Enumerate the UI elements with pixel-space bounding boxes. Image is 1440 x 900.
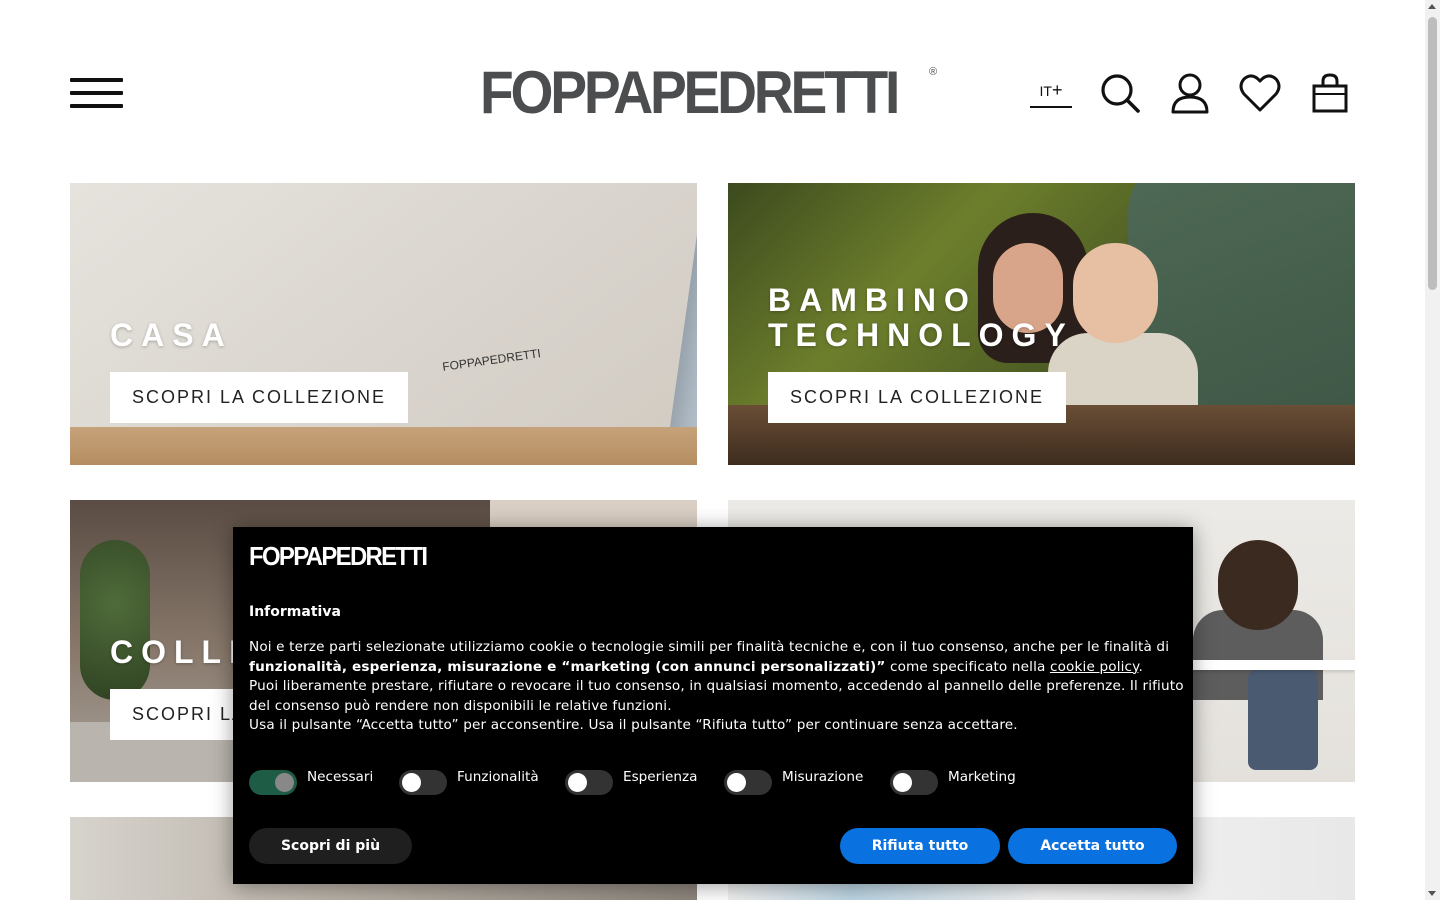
cookie-text-p1c: . [1138, 658, 1143, 675]
toggle-knob [275, 773, 294, 792]
scroll-up-arrow-icon[interactable] [1428, 4, 1436, 9]
tile-casa-button[interactable]: SCOPRI LA COLLEZIONE [110, 372, 409, 423]
page-scrollbar[interactable] [1425, 0, 1440, 900]
tile-casa-title: CASA [110, 317, 233, 353]
toggle-knob [568, 773, 587, 792]
cookie-text-p2: Puoi liberamente prestare, rifiutare o r… [249, 678, 1184, 714]
tile-casa[interactable]: FOPPAPEDRETTI CASA SCOPRI LA COLLEZIONE [70, 183, 697, 465]
language-code: IT [1039, 83, 1052, 99]
toggle-knob [893, 773, 912, 792]
tile-collezione-image-plant [80, 540, 150, 700]
language-selector[interactable]: IT+ [1030, 80, 1072, 108]
toggle-switch[interactable] [724, 770, 772, 795]
cookie-text-p1b: come specificato nella [885, 658, 1050, 675]
tile-man-table-image-table [1168, 660, 1355, 670]
toggle-knob [402, 773, 421, 792]
toggle-label: Misurazione [782, 769, 864, 785]
toggle-label: Esperienza [623, 769, 698, 785]
cookie-banner-title: Informativa [249, 604, 341, 620]
cookie-banner-text: Noi e terze parti selezionate utilizziam… [249, 638, 1184, 736]
site-logo[interactable]: FOPPAPEDRETTI ® [480, 59, 937, 126]
tile-bambino-title-line2: TECHNOLOGY [768, 317, 1074, 353]
tile-man-image [1218, 540, 1298, 630]
toggle-funzionalita[interactable]: Funzionalità [399, 768, 539, 795]
tile-man-table-image-legs [1248, 670, 1318, 770]
site-header: FOPPAPEDRETTI ® IT+ [0, 0, 1425, 183]
cookie-text-p3: Usa il pulsante “Accetta tutto” per acco… [249, 717, 1018, 734]
scrollbar-thumb[interactable] [1428, 17, 1437, 290]
cookie-text-bold: funzionalità, esperienza, misurazione e … [249, 658, 886, 675]
toggle-switch[interactable] [890, 770, 938, 795]
tile-bambino-title: BAMBINO TECHNOLOGY [768, 283, 1074, 353]
reject-all-button[interactable]: Rifiuta tutto [840, 828, 1000, 864]
toggle-label: Marketing [948, 769, 1016, 785]
tile-casa-image-table [70, 427, 697, 465]
cookie-banner-logo: FOPPAPEDRETTI [249, 541, 428, 571]
hamburger-menu-icon[interactable] [70, 78, 123, 110]
toggle-switch[interactable] [399, 770, 447, 795]
bag-icon[interactable] [1309, 72, 1351, 114]
cookie-policy-link[interactable]: cookie policy [1050, 659, 1138, 675]
scroll-down-arrow-icon[interactable] [1428, 891, 1436, 896]
toggle-switch[interactable] [249, 770, 297, 795]
toggle-marketing[interactable]: Marketing [890, 768, 1016, 795]
tile-bambino-image-baby [1073, 243, 1158, 343]
toggle-esperienza[interactable]: Esperienza [565, 768, 697, 795]
logo-registered-mark: ® [929, 66, 938, 78]
toggle-knob [727, 773, 746, 792]
logo-text: FOPPAPEDRETTI [480, 59, 900, 126]
cookie-banner: FOPPAPEDRETTI Informativa Noi e terze pa… [233, 527, 1193, 884]
toggle-necessari[interactable]: Necessari [249, 768, 373, 795]
tile-bambino-button[interactable]: SCOPRI LA COLLEZIONE [768, 372, 1067, 423]
language-plus: + [1051, 80, 1063, 100]
tile-bambino-technology[interactable]: BAMBINO TECHNOLOGY SCOPRI LA COLLEZIONE [728, 183, 1355, 465]
toggle-label: Necessari [307, 769, 374, 785]
tile-collezione-button[interactable]: SCOPRI LA [110, 689, 250, 740]
toggle-switch[interactable] [565, 770, 613, 795]
toggle-misurazione[interactable]: Misurazione [724, 768, 863, 795]
learn-more-button[interactable]: Scopri di più [249, 828, 412, 864]
toggle-label: Funzionalità [457, 769, 539, 785]
heart-icon[interactable] [1239, 72, 1281, 114]
cookie-text-p1a: Noi e terze parti selezionate utilizziam… [249, 639, 1170, 655]
user-icon[interactable] [1169, 72, 1211, 114]
tile-bambino-title-line1: BAMBINO [768, 282, 977, 318]
search-icon[interactable] [1099, 72, 1141, 114]
accept-all-button[interactable]: Accetta tutto [1008, 828, 1177, 864]
